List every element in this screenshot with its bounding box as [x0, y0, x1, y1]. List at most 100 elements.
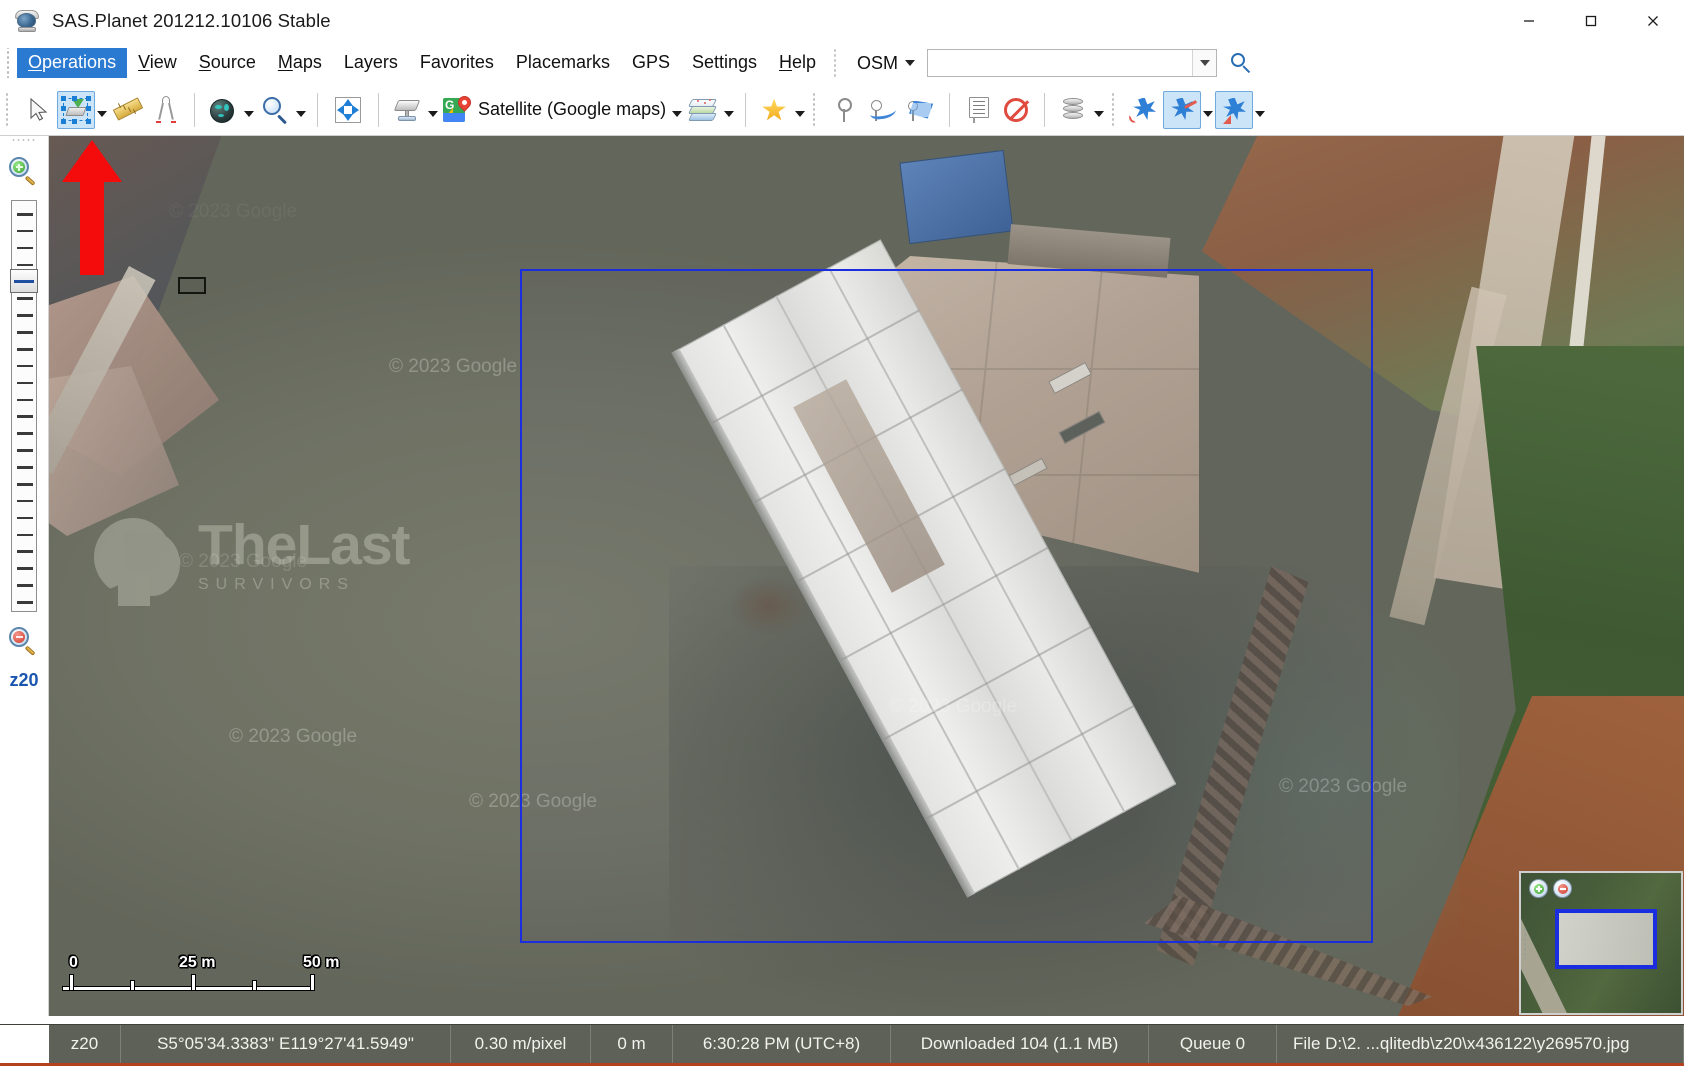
cache-manager-dropdown[interactable]	[1092, 91, 1106, 129]
toolbar-separator-2	[317, 92, 318, 127]
toolbar-separator-5	[949, 92, 951, 127]
scale-label-50: 50 m	[303, 954, 340, 971]
magnifier-minus-icon[interactable]	[8, 626, 40, 658]
search-icon[interactable]	[1229, 51, 1253, 75]
layers-dropdown[interactable]	[722, 91, 736, 129]
map-imagery[interactable]: © 2023 Google © 2023 Google © 2023 Googl…	[49, 136, 1684, 1016]
menu-placemarks[interactable]: Placemarks	[505, 48, 621, 78]
overview-minimap[interactable]	[1519, 871, 1683, 1015]
magnifier-plus-icon[interactable]	[8, 156, 40, 188]
marker-rectangle[interactable]	[178, 277, 206, 294]
menu-operations[interactable]: OOperationsperations	[17, 48, 128, 78]
menu-layers[interactable]: Layers	[333, 48, 409, 78]
status-elevation: 0 m	[591, 1025, 673, 1063]
maximize-button[interactable]	[1560, 0, 1622, 42]
toolbar-grip-2[interactable]	[812, 91, 822, 128]
map-viewport[interactable]: © 2023 Google © 2023 Google © 2023 Googl…	[49, 136, 1684, 1016]
pointer-tool-button[interactable]	[19, 91, 57, 129]
search-dropdown-button[interactable]	[1192, 50, 1217, 76]
map-source-dropdown[interactable]	[670, 91, 684, 129]
menu-drag-grip[interactable]	[4, 48, 14, 78]
menu-maps[interactable]: Maps	[267, 48, 333, 78]
zoom-slider-tick	[17, 314, 33, 317]
ruler-tool-button[interactable]	[109, 91, 147, 129]
scale-label-0: 0	[69, 954, 78, 971]
status-time: 6:30:28 PM (UTC+8)	[673, 1025, 891, 1063]
annotation-arrow-icon	[62, 140, 122, 275]
close-icon	[1648, 16, 1658, 26]
toolbar-separator-4	[745, 92, 747, 127]
selection-rectangle[interactable]	[520, 269, 1373, 943]
placemark-pin-icon	[830, 95, 860, 125]
status-resolution: 0.30 m/pixel	[451, 1025, 591, 1063]
menu-settings[interactable]: Settings	[681, 48, 768, 78]
toolbar-grip-3[interactable]	[1111, 91, 1121, 128]
zoom-slider-tick	[17, 347, 33, 351]
gps-center-dropdown[interactable]	[1253, 91, 1267, 129]
zoom-slider-tick	[17, 516, 33, 520]
gps-connect-button[interactable]	[1125, 91, 1163, 129]
add-placemark-button[interactable]	[826, 91, 864, 129]
zoom-slider-tick	[17, 601, 33, 604]
menu-favorites[interactable]: Favorites	[409, 48, 505, 78]
no-entry-icon	[1001, 95, 1031, 125]
zoom-slider-tick	[17, 466, 33, 469]
favorites-button[interactable]	[755, 91, 793, 129]
zoom-tool-dropdown[interactable]	[294, 91, 308, 129]
menu-gps[interactable]: GPS	[621, 48, 681, 78]
zoom-slider-tick	[17, 297, 33, 300]
layers-button[interactable]	[684, 91, 722, 129]
gps-center-map-button[interactable]	[1215, 90, 1254, 129]
goto-coordinates-button[interactable]	[204, 91, 242, 129]
calibration-tool-button[interactable]	[147, 91, 185, 129]
add-polygon-button[interactable]	[902, 91, 940, 129]
zoom-panel-grip[interactable]	[11, 138, 37, 146]
zoom-slider-tick	[17, 550, 33, 553]
cache-manager-button[interactable]	[1054, 91, 1092, 129]
main-toolbar: G Satellite (Google maps)	[0, 84, 1684, 136]
fullscreen-toggle-button[interactable]	[327, 90, 369, 130]
close-button[interactable]	[1622, 0, 1684, 42]
gps-track-recording-button[interactable]	[1163, 90, 1202, 129]
menu-view[interactable]: View	[127, 48, 188, 78]
add-path-button[interactable]	[864, 91, 902, 129]
status-downloaded: Downloaded 104 (1.1 MB)	[891, 1025, 1149, 1063]
search-drag-grip[interactable]	[833, 48, 844, 78]
placemark-manager-button[interactable]	[959, 91, 997, 129]
chevron-down-icon[interactable]	[905, 60, 916, 66]
toolbar-separator-6	[1044, 92, 1046, 127]
minimize-icon	[1524, 20, 1534, 22]
search-input[interactable]	[928, 51, 1193, 75]
minimap-viewport-rect[interactable]	[1555, 909, 1657, 969]
polygon-icon	[906, 95, 936, 125]
gps-track-dropdown[interactable]	[1201, 91, 1215, 129]
cache-source-button[interactable]	[388, 91, 426, 129]
map-source-button[interactable]: G	[440, 91, 474, 129]
minimap-zoom-in-icon[interactable]	[1529, 879, 1548, 898]
minimap-zoom-out-icon[interactable]	[1553, 879, 1572, 898]
rect-selection-icon	[61, 95, 91, 125]
search-combo[interactable]	[927, 49, 1218, 77]
map-source-label[interactable]: Satellite (Google maps)	[474, 99, 670, 120]
zoom-slider[interactable]	[10, 200, 38, 612]
rect-selection-dropdown[interactable]	[95, 91, 109, 129]
toolbar-grip-1[interactable]	[5, 91, 14, 128]
favorites-dropdown[interactable]	[793, 91, 807, 129]
menu-source[interactable]: Source	[188, 48, 267, 78]
status-coordinates[interactable]: S5°05'34.3383" E119°27'41.5949"	[121, 1025, 451, 1063]
rect-selection-tool-button[interactable]	[57, 90, 95, 129]
minimize-button[interactable]	[1498, 0, 1560, 42]
zoom-slider-tick	[17, 246, 33, 250]
cache-source-dropdown[interactable]	[426, 91, 440, 129]
menu-help[interactable]: Help	[768, 48, 827, 78]
layers-stack-icon	[688, 95, 718, 125]
zoom-slider-tick	[17, 364, 33, 368]
zoom-slider-thumb[interactable]	[10, 269, 38, 294]
goto-coordinates-dropdown[interactable]	[242, 91, 256, 129]
title-bar: SAS.Planet 201212.10106 Stable	[0, 0, 1684, 42]
status-bar: z20 S5°05'34.3383" E119°27'41.5949" 0.30…	[0, 1024, 1684, 1066]
zoom-tool-button[interactable]	[256, 91, 294, 129]
search-provider-label[interactable]: OSM	[849, 49, 900, 78]
disable-tile-fill-button[interactable]	[997, 91, 1035, 129]
minimap-resize-grip[interactable]	[1523, 927, 1528, 959]
